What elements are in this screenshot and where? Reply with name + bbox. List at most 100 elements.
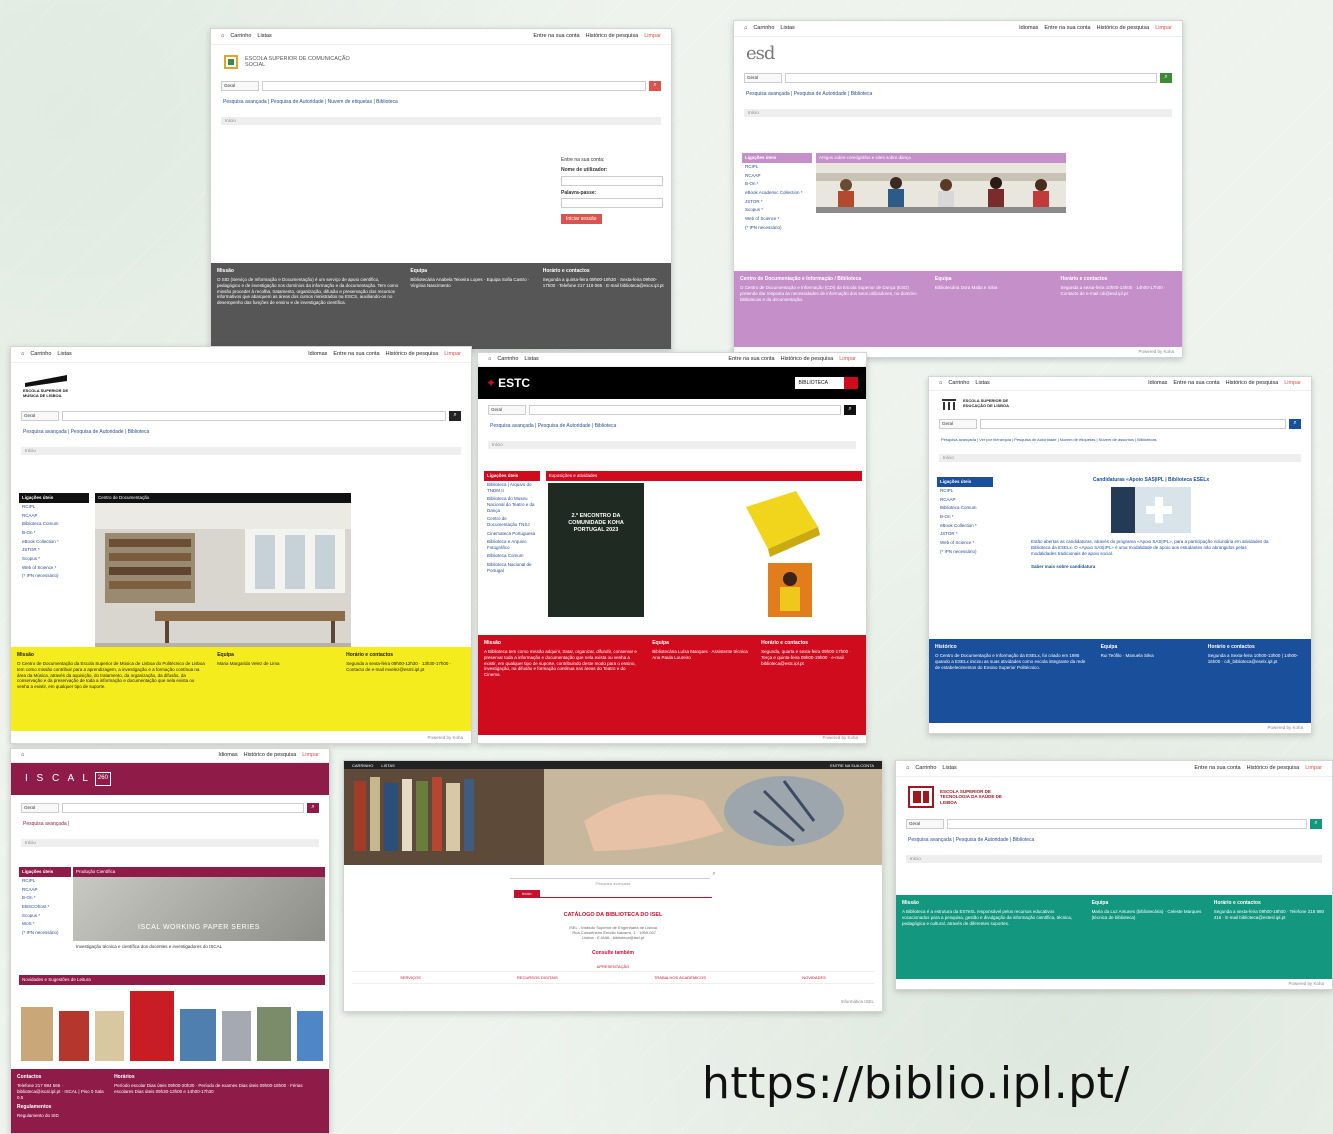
search-type-select[interactable]: Geral — [488, 405, 526, 415]
search-input[interactable] — [785, 73, 1157, 83]
breadcrumb[interactable]: Início — [906, 855, 1322, 864]
sidebar-item[interactable]: Web of Science * — [742, 214, 812, 223]
nav-links[interactable]: Pesquisa avançada | Pesquisa de Autorida… — [896, 831, 1332, 849]
sidebar-item[interactable]: eBook Collection * — [937, 521, 993, 530]
home-icon[interactable]: ⌂ — [744, 25, 747, 32]
lists-link[interactable]: Listas — [257, 33, 271, 40]
languages-link[interactable]: Idiomas — [308, 351, 327, 358]
breadcrumb[interactable]: Início — [939, 454, 1301, 462]
more-link[interactable]: Saber mais sobre candidatura — [1001, 564, 1301, 570]
login-link[interactable]: Entre na sua conta — [1173, 380, 1219, 387]
history-link[interactable]: Histórico de pesquisa — [386, 351, 439, 358]
sidebar-item[interactable]: B-On * — [742, 180, 812, 189]
history-link[interactable]: Histórico de pesquisa — [1247, 765, 1300, 772]
search-type-select[interactable]: Geral — [221, 81, 259, 91]
sidebar-item[interactable]: RCAAP — [742, 171, 812, 180]
search-icon[interactable]: ⌕ — [1160, 73, 1172, 83]
languages-link[interactable]: Idiomas — [1019, 25, 1038, 32]
sidebar-item[interactable]: Scopus * — [19, 554, 89, 563]
clear-link[interactable]: Limpar — [302, 752, 319, 759]
book-cover[interactable] — [257, 1006, 292, 1061]
sidebar-item[interactable]: B-On * — [937, 513, 993, 522]
digital-resources-link[interactable]: RECURSOS DIGITAIS — [517, 975, 558, 980]
sidebar-item[interactable]: RCIPL — [742, 163, 812, 172]
search-type-select[interactable]: Geral — [21, 803, 59, 813]
advanced-search-link[interactable]: Pesquisa avançada — [344, 881, 882, 886]
breadcrumb[interactable]: Início — [488, 441, 856, 450]
search-input[interactable] — [529, 405, 841, 415]
powered-by[interactable]: Powered by Koha — [1288, 981, 1324, 987]
sidebar-item[interactable]: Biblioteca | Arquivo do TNDM II — [484, 481, 540, 495]
nav-links[interactable]: Pesquisa avançada | Pesquisa de Autorida… — [478, 417, 866, 435]
book-cover[interactable] — [221, 1010, 252, 1061]
sidebar-item[interactable]: JSTOR * — [742, 197, 812, 206]
cart-link[interactable]: Carrinho — [915, 765, 936, 772]
history-link[interactable]: Histórico de pesquisa — [586, 33, 639, 40]
home-icon[interactable]: ⌂ — [21, 752, 24, 759]
sidebar-item[interactable]: Scopus * — [19, 911, 71, 920]
powered-by[interactable]: Powered by Koha — [822, 735, 858, 741]
presentation-link[interactable]: APRESENTAÇÃO — [344, 964, 882, 969]
sidebar-item[interactable]: Web of Science * — [937, 538, 993, 547]
search-input[interactable] — [980, 419, 1286, 429]
cart-link[interactable]: Carrinho — [230, 33, 251, 40]
nav-links[interactable]: Pesquisa avançada | Pesquisa de Autorida… — [734, 85, 1182, 103]
search-type-select[interactable]: Geral — [744, 73, 782, 83]
sidebar-item[interactable]: eBook Academic Collection * — [742, 189, 812, 198]
book-cover[interactable] — [130, 990, 174, 1061]
nav-links[interactable]: Pesquisa avançada | Pesquisa de Autorida… — [211, 93, 671, 111]
powered-by[interactable]: Powered by Koha — [427, 735, 463, 741]
nav-links[interactable]: Pesquisa avançada | — [11, 815, 329, 833]
services-link[interactable]: SERVIÇOS — [400, 975, 421, 980]
search-icon[interactable]: ⌕ — [844, 405, 856, 415]
novelties-link[interactable]: NOVIDADES — [802, 975, 826, 980]
search-icon[interactable]: ⌕ — [449, 411, 461, 421]
sidebar-item[interactable]: Cinemateca Portuguesa — [484, 529, 540, 538]
lists-link[interactable]: Listas — [975, 380, 989, 387]
clear-link[interactable]: Limpar — [1284, 380, 1301, 387]
login-button[interactable]: Iniciar sessão — [561, 213, 602, 224]
sidebar-item[interactable]: EBSCOhost * — [19, 903, 71, 912]
history-link[interactable]: Histórico de pesquisa — [1097, 25, 1150, 32]
sidebar-item[interactable]: JSTOR * — [937, 530, 993, 539]
sidebar-item[interactable]: Web of Science * — [19, 563, 89, 572]
sidebar-item[interactable]: Biblioteca e Arquivo Fotográfico — [484, 538, 540, 552]
sidebar-item[interactable]: Biblioteca Nacional de Portugal — [484, 561, 540, 575]
languages-link[interactable]: Idiomas — [218, 752, 237, 759]
cart-link[interactable]: Carrinho — [497, 356, 518, 363]
sidebar-item[interactable]: Biblioteca Comum — [484, 552, 540, 561]
sidebar-item[interactable]: Biblioteca Comum — [937, 504, 993, 513]
sidebar-item[interactable]: RCIPL — [937, 487, 993, 496]
login-link[interactable]: Entre na sua conta — [333, 351, 379, 358]
search-icon[interactable]: ⌕ — [1289, 419, 1301, 429]
login-link[interactable]: ENTRE NA SUA CONTA — [830, 763, 874, 768]
home-icon[interactable]: ⌂ — [939, 380, 942, 387]
sidebar-item[interactable]: RCAAP — [19, 511, 89, 520]
sidebar-item[interactable]: Biblioteca Comum — [19, 520, 89, 529]
history-link[interactable]: Histórico de pesquisa — [1226, 380, 1279, 387]
search-input[interactable] — [62, 803, 304, 813]
history-link[interactable]: Histórico de pesquisa — [781, 356, 834, 363]
search-input[interactable] — [62, 411, 446, 421]
tab-home[interactable]: Início — [514, 890, 540, 897]
search-input[interactable] — [262, 81, 646, 91]
languages-link[interactable]: Idiomas — [1148, 380, 1167, 387]
search-input[interactable] — [510, 871, 711, 879]
book-cover[interactable] — [58, 1010, 89, 1061]
sidebar-item[interactable]: RCAAP — [19, 885, 71, 894]
lists-link[interactable]: Listas — [942, 765, 956, 772]
sidebar-item[interactable]: B-On * — [19, 894, 71, 903]
powered-by[interactable]: Powered by Koha — [1267, 725, 1303, 731]
academic-works-link[interactable]: TRABALHOS ACADÉMICOS — [654, 975, 706, 980]
clear-link[interactable]: Limpar — [644, 33, 661, 40]
history-link[interactable]: Histórico de pesquisa — [244, 752, 297, 759]
clear-link[interactable]: Limpar — [444, 351, 461, 358]
breadcrumb[interactable]: Início — [744, 109, 1172, 118]
lists-link[interactable]: Listas — [780, 25, 794, 32]
clear-link[interactable]: Limpar — [1305, 765, 1322, 772]
sidebar-item[interactable]: RCIPL — [19, 503, 89, 512]
search-type-select[interactable]: Geral — [906, 819, 944, 829]
cart-link[interactable]: Carrinho — [30, 351, 51, 358]
sidebar-item[interactable]: Scopus * — [742, 206, 812, 215]
cart-link[interactable]: Carrinho — [948, 380, 969, 387]
